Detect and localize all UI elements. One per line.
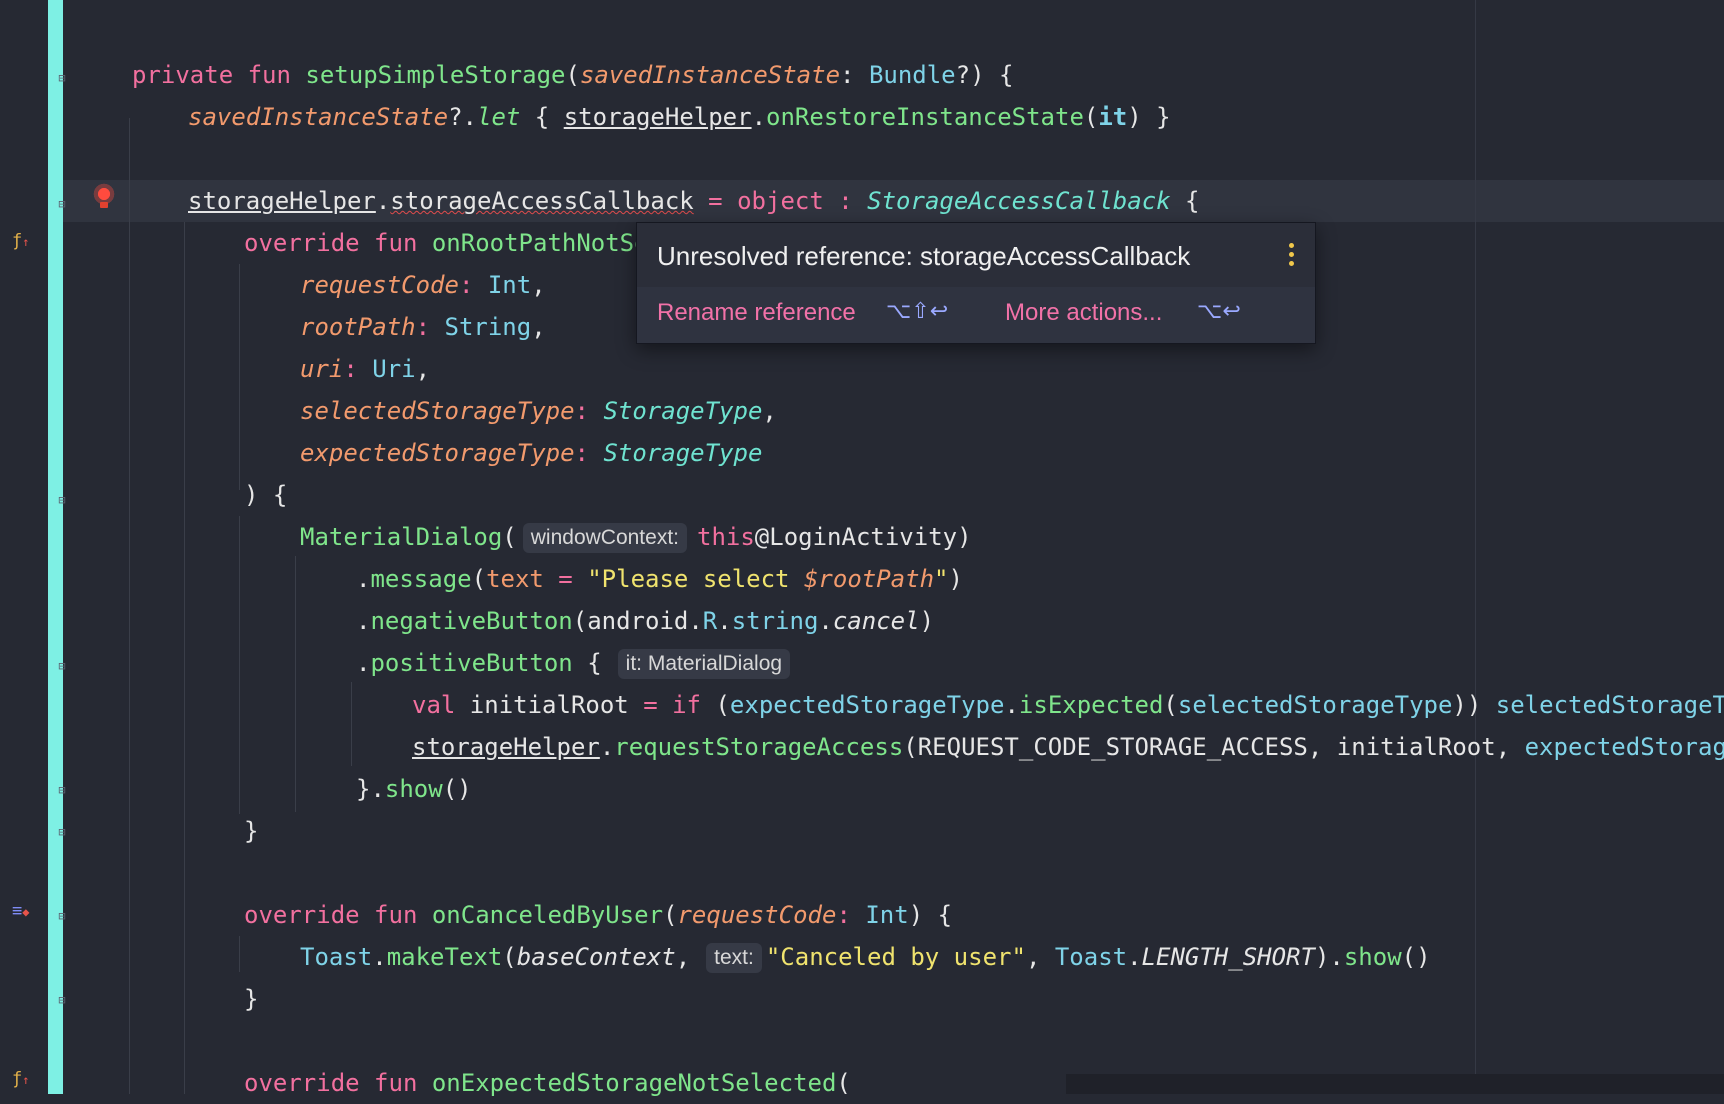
popup-actions-bar: Rename reference ⌥⇧↩ More actions... ⌥↩ [637, 287, 1315, 343]
fold-icon[interactable]: ⊟ [56, 660, 68, 672]
override-icon[interactable]: ƒ↑ [12, 1070, 29, 1089]
code-line-13[interactable]: .negativeButton(android.R.string.cancel) [356, 600, 934, 642]
rename-shortcut: ⌥⇧↩ [886, 299, 949, 324]
more-actions-shortcut: ⌥↩ [1197, 299, 1241, 324]
code-line-16[interactable]: storageHelper.requestStorageAccess(REQUE… [412, 726, 1724, 768]
code-line-12[interactable]: .message(text = "Please select $rootPath… [356, 558, 963, 600]
bottom-tool-panel [1066, 1074, 1724, 1094]
code-line-15[interactable]: val initialRoot = if (expectedStorageTyp… [412, 684, 1724, 726]
fold-icon[interactable]: ⊟ [56, 910, 68, 922]
fold-icon[interactable]: ⊟ [56, 494, 68, 506]
override-icon[interactable]: ƒ↑ [12, 232, 29, 251]
code-line-7[interactable]: uri: Uri, [300, 348, 430, 390]
fold-icon[interactable]: ⊟ [56, 198, 68, 210]
code-line-8[interactable]: selectedStorageType: StorageType, [300, 390, 777, 432]
code-line-11[interactable]: MaterialDialog(windowContext: this@LoginA… [300, 516, 972, 558]
code-line-2[interactable]: savedInstanceState?.let { storageHelper.… [188, 96, 1171, 138]
code-line-1[interactable]: private fun setupSimpleStorage(savedInst… [132, 54, 1013, 96]
indent-guide [184, 222, 185, 1094]
code-line-19[interactable]: override fun onCanceledByUser(requestCod… [244, 894, 952, 936]
code-line-20[interactable]: Toast.makeText(baseContext, text: "Cancele… [300, 936, 1431, 978]
lambda-hint: it: MaterialDialog [617, 649, 791, 679]
code-line-14[interactable]: .positiveButton {it: MaterialDialog [356, 642, 800, 684]
vcs-change-marker[interactable] [48, 0, 63, 1094]
code-line-3[interactable]: storageHelper.storageAccessCallback = ob… [188, 180, 1200, 222]
indent-guide [129, 118, 130, 1094]
code-line-4[interactable]: override fun onRootPathNotSe [244, 222, 649, 264]
code-line-21[interactable]: } [244, 978, 258, 1020]
fold-icon[interactable]: ⊟ [56, 784, 68, 796]
code-line-10[interactable]: ) { [244, 474, 287, 516]
parameter-hint: text: [706, 943, 762, 973]
code-line-6[interactable]: rootPath: String, [300, 306, 546, 348]
indent-guide [239, 516, 240, 814]
right-margin-guide [1475, 0, 1476, 1094]
code-line-9[interactable]: expectedStorageType: StorageType [300, 432, 762, 474]
indent-guide [239, 936, 240, 972]
fold-icon[interactable]: ⊟ [56, 994, 68, 1006]
fold-icon[interactable]: ⊟ [56, 826, 68, 838]
error-tooltip-popup[interactable]: Unresolved reference: storageAccessCallb… [636, 222, 1316, 344]
more-actions-action[interactable]: More actions... [1005, 299, 1162, 327]
fold-icon[interactable]: ⊟ [56, 72, 68, 84]
code-line-18[interactable]: } [244, 810, 258, 852]
more-vertical-icon[interactable] [1289, 243, 1295, 267]
parameter-hint: windowContext: [522, 523, 687, 553]
indent-guide [351, 682, 352, 766]
rename-reference-action[interactable]: Rename reference [657, 299, 856, 327]
code-line-17[interactable]: }.show() [356, 768, 472, 810]
code-line-5[interactable]: requestCode: Int, [300, 264, 546, 306]
error-bulb-icon[interactable] [92, 180, 118, 210]
indent-guide [295, 556, 296, 812]
unresolved-reference[interactable]: storageAccessCallback [390, 187, 693, 215]
code-line-22[interactable]: override fun onExpectedStorageNotSelecte… [244, 1062, 851, 1104]
error-message: Unresolved reference: storageAccessCallb… [657, 241, 1191, 271]
indent-guide [239, 264, 240, 490]
implement-icon[interactable]: ≡◆ [12, 902, 29, 921]
